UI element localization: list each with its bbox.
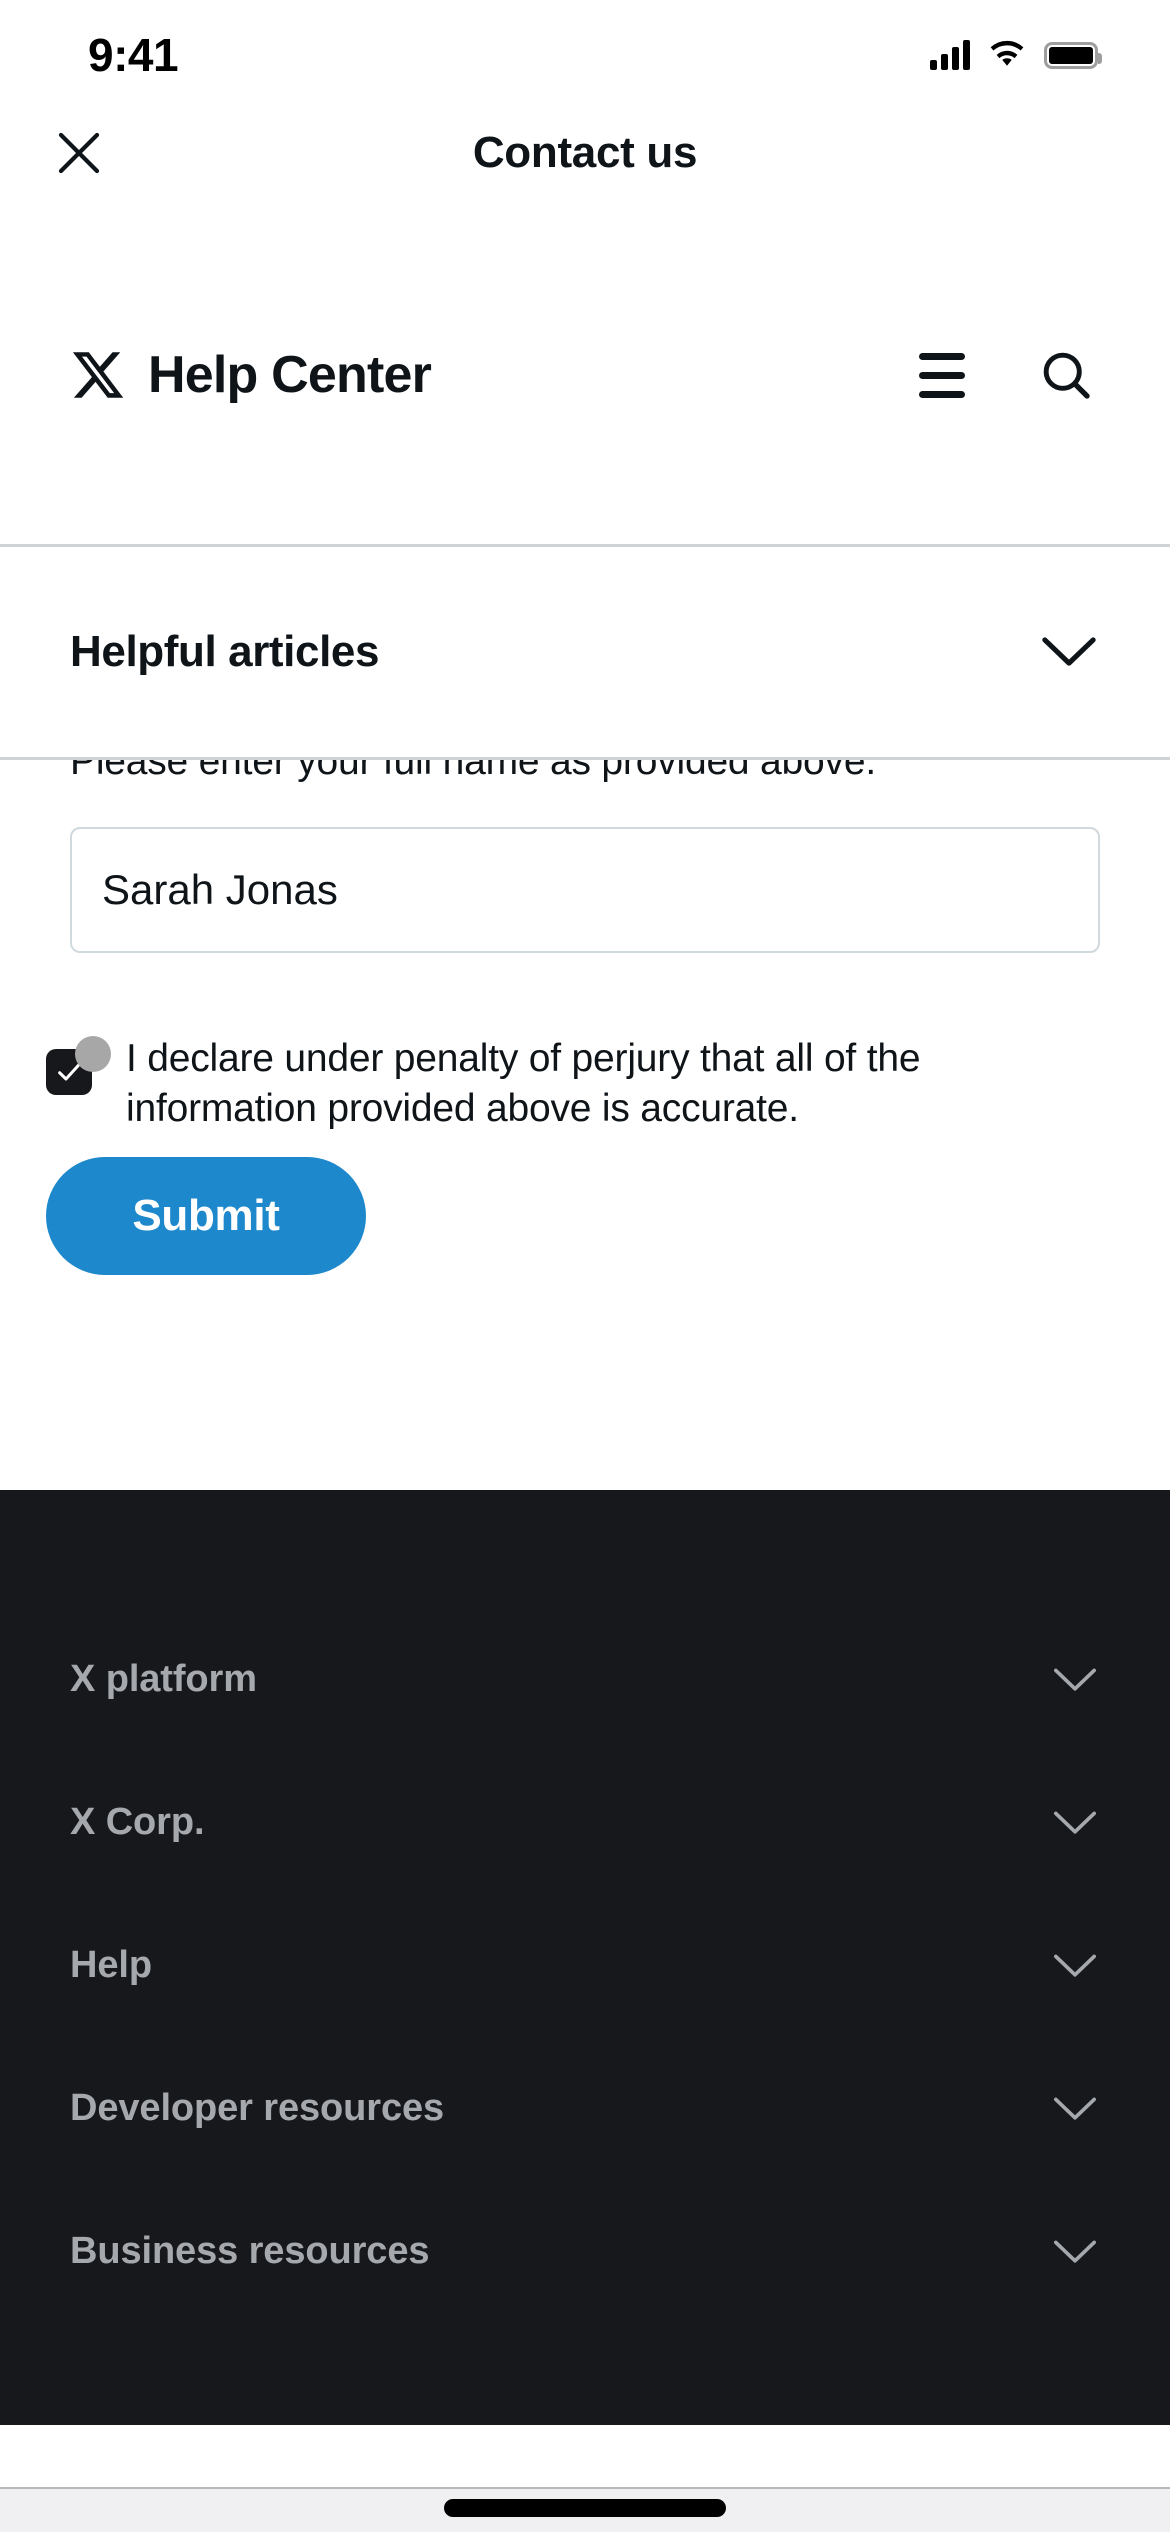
name-field-help-text: Please enter your full name as provided … <box>70 757 876 783</box>
footer-item-label: Developer resources <box>70 2087 445 2129</box>
close-icon <box>58 132 100 174</box>
search-button[interactable] <box>1034 343 1098 407</box>
chevron-down-icon <box>1054 1811 1096 1834</box>
footer-item-label: Help <box>70 1944 152 1986</box>
menu-button[interactable] <box>910 343 974 407</box>
footer-item-developer-resources[interactable]: Developer resources <box>0 2037 1170 2180</box>
status-bar-time: 9:41 <box>88 29 179 81</box>
x-logo-icon <box>72 352 124 398</box>
battery-icon <box>1044 41 1102 69</box>
footer-item-label: X Corp. <box>70 1801 205 1843</box>
footer-item-business-resources[interactable]: Business resources <box>0 2180 1170 2323</box>
contact-form: Please enter your full name as provided … <box>0 757 1170 1490</box>
checkmark-icon <box>58 1063 80 1081</box>
status-bar: 9:41 <box>0 0 1170 100</box>
hamburger-menu-icon <box>919 352 965 398</box>
footer-item-x-corp[interactable]: X Corp. <box>0 1751 1170 1894</box>
navigation-bar: Contact us <box>0 100 1170 206</box>
search-icon <box>1043 352 1090 399</box>
footer-item-help[interactable]: Help <box>0 1894 1170 2037</box>
declaration-checkbox[interactable] <box>46 1049 92 1095</box>
status-bar-icons <box>930 30 1102 70</box>
help-center-header: Help Center <box>0 206 1170 544</box>
signal-bars-icon <box>930 40 970 70</box>
chevron-down-icon <box>1054 1668 1096 1691</box>
articles-divider <box>0 757 1170 760</box>
footer-item-label: X platform <box>70 1658 257 1700</box>
helpful-articles-accordion[interactable]: Helpful articles <box>0 547 1170 757</box>
declaration-label: I declare under penalty of perjury that … <box>126 1037 921 1130</box>
chevron-down-icon <box>1054 2240 1096 2263</box>
declaration-row: I declare under penalty of perjury that … <box>46 1034 1126 1134</box>
site-footer: X platform X Corp. Help Developer resour… <box>0 1490 1170 2425</box>
phone-screen: 9:41 Contact us Help Center Please enter… <box>0 0 1170 2532</box>
helpful-articles-label: Helpful articles <box>70 627 380 676</box>
full-name-input[interactable] <box>70 827 1100 953</box>
footer-bottom-spacer <box>0 2425 1170 2487</box>
home-indicator[interactable] <box>444 2499 726 2517</box>
help-center-actions <box>910 343 1098 407</box>
help-center-brand[interactable]: Help Center <box>70 345 432 405</box>
help-center-title: Help Center <box>148 346 432 404</box>
chevron-down-icon <box>1054 1954 1096 1977</box>
home-indicator-area <box>0 2487 1170 2532</box>
page-title: Contact us <box>472 128 698 177</box>
close-button[interactable] <box>48 122 110 184</box>
footer-item-x-platform[interactable]: X platform <box>0 1608 1170 1751</box>
submit-button[interactable]: Submit <box>46 1157 366 1275</box>
chevron-down-icon <box>1042 637 1096 666</box>
footer-item-label: Business resources <box>70 2230 430 2272</box>
wifi-icon <box>990 40 1024 66</box>
chevron-down-icon <box>1054 2097 1096 2120</box>
